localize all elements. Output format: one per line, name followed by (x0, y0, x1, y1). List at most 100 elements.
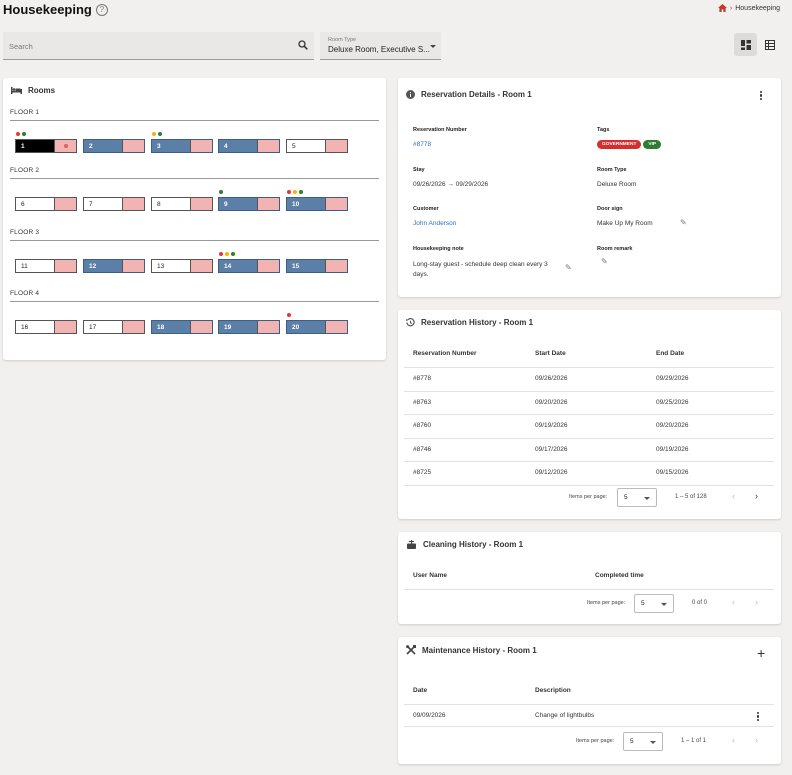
search-icon[interactable] (298, 40, 308, 52)
room-number: 17 (84, 321, 122, 333)
next-page-icon[interactable]: › (755, 735, 758, 745)
prev-page-icon[interactable]: ‹ (732, 491, 735, 501)
next-page-icon[interactable]: › (755, 491, 758, 501)
status-dot (158, 132, 162, 136)
room-cleaning-status (325, 198, 347, 210)
room-number: 13 (152, 260, 190, 272)
room-tile[interactable]: 2 (83, 139, 145, 153)
room-status-dots (152, 132, 162, 136)
room-tile[interactable]: 4 (218, 139, 280, 153)
room-cleaning-status (325, 260, 347, 272)
status-dot (152, 132, 156, 136)
room-tile[interactable]: 7 (83, 197, 145, 211)
col-description[interactable]: Description (535, 687, 571, 694)
row-more-options-icon[interactable] (757, 712, 760, 722)
status-dot (299, 190, 303, 194)
edit-room-remark-icon[interactable]: ✎ (601, 257, 608, 266)
items-per-page-select[interactable]: 5 (634, 594, 674, 613)
room-cleaning-status (122, 198, 144, 210)
room-cleaning-status (190, 321, 212, 333)
room-tile[interactable]: 9 (218, 197, 280, 211)
reservation-history-header: Reservation History - Room 1 (406, 318, 533, 327)
search-input[interactable]: Search (9, 42, 33, 51)
room-tile[interactable]: 3 (151, 139, 213, 153)
room-cleaning-status (190, 198, 212, 210)
room-tile[interactable]: 13 (151, 259, 213, 273)
help-icon[interactable]: ? (95, 3, 108, 16)
room-type-select[interactable]: Room Type Deluxe Room, Executive S... (320, 32, 441, 60)
customer-link[interactable]: John Anderson (413, 220, 456, 227)
row-divider (404, 461, 774, 462)
room-type-field-value: Deluxe Room (597, 181, 637, 188)
prev-page-icon[interactable]: ‹ (732, 597, 735, 607)
room-tile[interactable]: 17 (83, 320, 145, 334)
reservation-link[interactable]: #8725 (413, 469, 431, 476)
room-cleaning-status (257, 198, 279, 210)
grid-view-button[interactable] (734, 33, 757, 56)
end-date-cell: 09/25/2026 (656, 398, 689, 406)
room-tile[interactable]: 5 (286, 139, 348, 153)
room-type-value[interactable]: Deluxe Room, Executive S... (328, 45, 430, 54)
col-date[interactable]: Date (413, 687, 427, 694)
next-page-icon[interactable]: › (755, 597, 758, 607)
room-tile[interactable]: 14 (218, 259, 280, 273)
room-tile[interactable]: 20 (286, 320, 348, 334)
items-per-page-select[interactable]: 5 (617, 488, 657, 507)
reservation-details-card: Reservation Details - Room 1 Reservation… (398, 78, 781, 297)
reservation-link[interactable]: #8760 (413, 422, 431, 429)
room-tile[interactable]: 19 (218, 320, 280, 334)
room-tile[interactable]: 10 (286, 197, 348, 211)
header-divider (404, 704, 774, 705)
end-date-cell: 09/20/2026 (656, 422, 689, 429)
room-cleaning-status (122, 321, 144, 333)
start-date-cell: 09/20/2026 (535, 398, 568, 406)
add-icon[interactable]: + (757, 646, 765, 660)
search-field[interactable]: Search (3, 32, 314, 60)
more-options-icon[interactable] (760, 91, 763, 101)
floor-label: FLOOR 2 (10, 167, 40, 174)
start-date-cell: 09/19/2026 (535, 422, 568, 429)
items-per-page-label: Items per page: (587, 600, 626, 606)
room-tile[interactable]: 8 (151, 197, 213, 211)
reservation-link[interactable]: #8746 (413, 446, 431, 453)
table-view-icon (764, 39, 775, 50)
edit-door-sign-icon[interactable]: ✎ (680, 218, 687, 227)
room-number: 16 (16, 321, 54, 333)
room-tile[interactable]: 16 (15, 320, 77, 334)
status-dot (219, 190, 223, 194)
room-tile[interactable]: 15 (286, 259, 348, 273)
table-view-button[interactable] (758, 33, 781, 56)
col-user-name[interactable]: User Name (413, 572, 447, 579)
floor-divider (10, 301, 379, 302)
reservation-link[interactable]: #8763 (413, 399, 431, 406)
home-icon[interactable] (717, 4, 727, 12)
room-tile[interactable]: 11 (15, 259, 77, 273)
room-cleaning-status (257, 140, 279, 152)
rooms-card-title: Rooms (28, 86, 56, 95)
col-reservation-number[interactable]: Reservation Number (413, 350, 477, 357)
floor-label: FLOOR 4 (10, 290, 40, 297)
page-title: Housekeeping (3, 2, 92, 17)
items-per-page-label: Items per page: (569, 494, 608, 500)
col-completed-time[interactable]: Completed time (595, 572, 644, 579)
room-number: 5 (287, 140, 325, 152)
breadcrumb-current[interactable]: Housekeeping (735, 5, 780, 12)
edit-housekeeping-note-icon[interactable]: ✎ (565, 263, 572, 272)
items-per-page-select[interactable]: 5 (623, 732, 663, 751)
room-tile[interactable]: 6 (15, 197, 77, 211)
col-start-date[interactable]: Start Date (535, 350, 566, 357)
room-number: 12 (84, 260, 122, 272)
prev-page-icon[interactable]: ‹ (732, 735, 735, 745)
room-tile[interactable]: 18 (151, 320, 213, 334)
room-tile[interactable]: 12 (83, 259, 145, 273)
breadcrumb: › Housekeeping (717, 4, 780, 12)
room-number: 6 (16, 198, 54, 210)
room-tile[interactable]: 1 (15, 139, 77, 153)
reservation-link[interactable]: #8778 (413, 375, 431, 382)
col-end-date[interactable]: End Date (656, 350, 684, 357)
maintenance-date: 09/09/2026 (413, 712, 446, 719)
reservation-details-header: Reservation Details - Room 1 (406, 90, 532, 99)
status-dot (225, 252, 229, 256)
reservation-number-link[interactable]: #8778 (413, 141, 431, 148)
room-cleaning-status (54, 140, 76, 152)
